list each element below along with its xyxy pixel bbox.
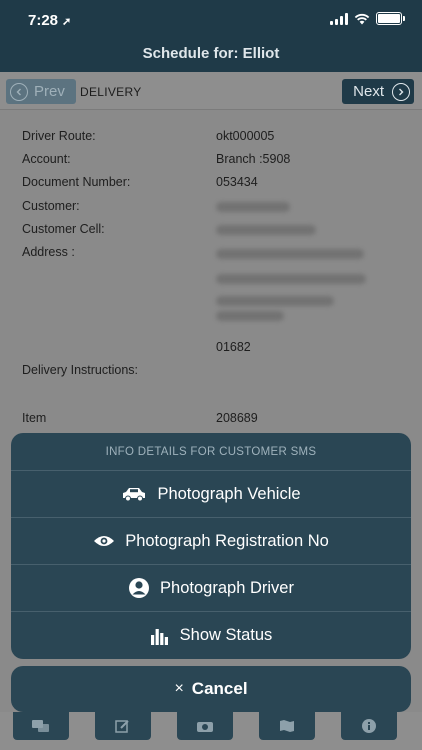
postal-code-row: 01682 xyxy=(22,340,402,360)
photograph-vehicle-label: Photograph Vehicle xyxy=(157,484,301,503)
car-icon xyxy=(123,488,146,502)
nav-title: DELIVERY xyxy=(80,85,142,99)
delivery-instructions-label: Delivery Instructions: xyxy=(22,363,139,377)
customer-cell-label: Customer Cell: xyxy=(22,222,105,236)
address-label: Address : xyxy=(22,245,75,259)
customer-row: Customer: xyxy=(22,199,402,219)
tab-map[interactable] xyxy=(259,712,315,740)
status-indicators xyxy=(330,12,405,25)
document-number-value: 053434 xyxy=(216,175,258,189)
driver-route-row: Driver Route: okt000005 xyxy=(22,129,402,149)
account-value: Branch :5908 xyxy=(216,152,291,166)
prev-button[interactable]: Prev xyxy=(6,79,76,104)
photograph-vehicle-button[interactable]: Photograph Vehicle xyxy=(11,471,411,518)
wifi-icon xyxy=(354,13,370,24)
photograph-driver-label: Photograph Driver xyxy=(160,578,294,597)
next-button[interactable]: Next xyxy=(342,79,414,104)
show-status-label: Show Status xyxy=(179,626,273,644)
info-icon xyxy=(362,719,376,733)
status-bar: 7:28 ➚ xyxy=(0,0,422,40)
bar-chart-icon xyxy=(150,628,168,645)
customer-cell-row: Customer Cell: xyxy=(22,222,402,242)
account-row: Account: Branch :5908 xyxy=(22,152,402,172)
tab-info[interactable] xyxy=(341,712,397,740)
address-row: Address : xyxy=(22,245,402,265)
clock: 7:28 xyxy=(28,12,59,29)
delivery-instructions-row: Delivery Instructions: xyxy=(22,363,402,383)
action-sheet: INFO DETAILS FOR CUSTOMER SMS Photograph… xyxy=(11,433,411,659)
item-row: Item 208689 xyxy=(22,411,402,431)
location-arrow-icon: ➚ xyxy=(62,16,72,28)
chevron-left-icon xyxy=(10,82,28,101)
edit-icon xyxy=(115,720,129,733)
photograph-registration-button[interactable]: Photograph Registration No xyxy=(11,518,411,565)
signal-icon xyxy=(330,12,348,25)
cancel-label: Cancel xyxy=(191,679,248,698)
photograph-driver-button[interactable]: Photograph Driver xyxy=(11,565,411,612)
user-circle-icon xyxy=(129,578,150,598)
camera-icon xyxy=(197,722,213,732)
cancel-button[interactable]: × Cancel xyxy=(11,666,411,712)
tab-camera[interactable] xyxy=(177,712,233,740)
battery-icon xyxy=(376,12,405,25)
document-number-row: Document Number: 053434 xyxy=(22,175,402,195)
show-status-button[interactable]: Show Status xyxy=(11,612,411,659)
prev-label: Prev xyxy=(34,83,65,100)
item-value: 208689 xyxy=(216,411,258,425)
navigation-row: Prev DELIVERY Next xyxy=(0,72,422,110)
status-time: 7:28 ➚ xyxy=(28,12,71,29)
tab-messages[interactable] xyxy=(13,712,69,740)
bottom-tab-bar xyxy=(0,712,422,750)
customer-cell-redacted xyxy=(216,225,316,235)
address-line-1-redacted xyxy=(216,249,364,259)
postal-code-value: 01682 xyxy=(216,340,251,354)
map-icon xyxy=(280,720,294,732)
chevron-right-icon xyxy=(392,82,410,101)
item-label: Item xyxy=(22,411,47,425)
next-label: Next xyxy=(353,83,384,100)
photograph-registration-label: Photograph Registration No xyxy=(125,531,329,550)
driver-route-value: okt000005 xyxy=(216,129,275,143)
customer-label: Customer: xyxy=(22,199,80,213)
driver-route-label: Driver Route: xyxy=(22,129,96,143)
address-line-2-redacted xyxy=(216,274,366,284)
app-header: Schedule for: Elliot xyxy=(0,40,422,72)
tab-edit[interactable] xyxy=(95,712,151,740)
action-sheet-title: INFO DETAILS FOR CUSTOMER SMS xyxy=(11,433,411,471)
address-line-3-redacted xyxy=(216,296,334,306)
document-number-label: Document Number: xyxy=(22,175,131,189)
chat-icon xyxy=(32,720,49,732)
address-line-4-redacted xyxy=(216,311,284,321)
customer-redacted xyxy=(216,202,290,212)
eye-icon xyxy=(94,536,115,546)
close-icon: × xyxy=(174,680,184,697)
page-title: Schedule for: Elliot xyxy=(142,45,280,62)
account-label: Account: xyxy=(22,152,71,166)
